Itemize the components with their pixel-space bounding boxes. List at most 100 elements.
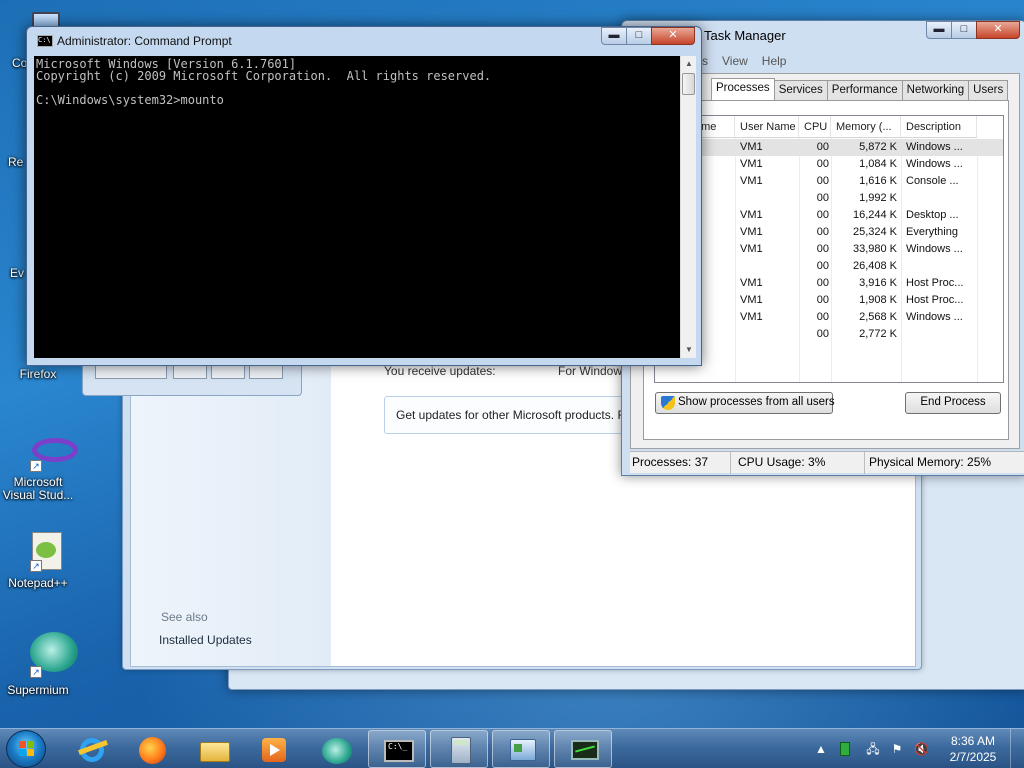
process-description: Host Proc... (906, 277, 964, 289)
installed-updates-link[interactable]: Installed Updates (159, 633, 252, 647)
tab-processes[interactable]: Processes (711, 78, 775, 100)
close-button[interactable]: ✕ (976, 21, 1020, 39)
process-cpu: 00 (816, 243, 829, 255)
console-output[interactable]: Microsoft Windows [Version 6.1.7601] Copy… (34, 56, 680, 358)
process-description: Windows ... (906, 158, 963, 170)
process-description: Host Proc... (906, 294, 964, 306)
menu-options[interactable]: s (702, 54, 708, 68)
process-user-name: VM1 (740, 158, 763, 170)
taskbar-firefox[interactable] (122, 730, 180, 768)
minimize-button[interactable]: ▬ (601, 27, 627, 45)
process-row[interactable]: exeVM1003,916 KHost Proc... (655, 275, 1003, 292)
calculator-icon (446, 736, 474, 764)
status-cpu-usage: CPU Usage: 3% (738, 455, 826, 469)
column-header-user-name[interactable]: User Name (735, 116, 799, 138)
column-header-description[interactable]: Description (901, 116, 977, 138)
column-header-cpu[interactable]: CPU (799, 116, 831, 138)
console-scrollbar[interactable]: ▲ ▼ (680, 56, 696, 358)
menu-help[interactable]: Help (762, 54, 787, 68)
taskbar-control-panel[interactable] (492, 730, 550, 768)
minimize-button[interactable]: ▬ (926, 21, 952, 39)
control-panel-icon (508, 736, 536, 764)
taskbar-task-manager[interactable] (554, 730, 612, 768)
network-icon[interactable]: 🖧 (866, 742, 880, 756)
scroll-thumb[interactable] (682, 73, 695, 95)
maximize-button[interactable]: □ (951, 21, 977, 39)
desktop-icon-visual-studio[interactable]: ↗ Microsoft Visual Stud... (0, 432, 78, 502)
process-cpu: 00 (816, 277, 829, 289)
action-center-flag-icon[interactable]: ⚑ (890, 742, 904, 756)
console-input-line[interactable]: C:\Windows\system32>mounto (36, 94, 680, 106)
process-user-name: VM1 (740, 311, 763, 323)
get-updates-info-box[interactable]: Get updates for other Microsoft products… (384, 396, 634, 434)
process-description: Desktop ... (906, 209, 959, 221)
desktop-icon-notepad-plus-plus[interactable]: ↗ Notepad++ (0, 530, 76, 590)
taskbar-media-player[interactable] (244, 730, 302, 768)
scroll-down-icon[interactable]: ▼ (681, 342, 697, 358)
show-desktop-button[interactable] (1010, 729, 1024, 768)
clock-date: 2/7/2025 (949, 750, 997, 764)
taskbar-supermium[interactable] (306, 730, 364, 768)
maximize-button[interactable]: □ (626, 27, 652, 45)
process-row[interactable]: exeVM1001,616 KConsole ... (655, 173, 1003, 190)
process-row[interactable]: VM1 00 5,872 K Windows ... (655, 139, 1003, 156)
process-memory: 25,324 K (852, 226, 897, 238)
command-prompt-icon: C:\ (37, 35, 53, 47)
supermium-icon (322, 736, 352, 764)
tab-networking[interactable]: Networking (901, 80, 970, 100)
receive-updates-label: You receive updates: (384, 364, 496, 378)
volume-muted-icon[interactable]: 🔇 (914, 742, 929, 756)
process-list[interactable]: ame User Name CPU Memory (... Descriptio… (654, 115, 1004, 383)
process-cpu: 00 (816, 226, 829, 238)
column-header-memory[interactable]: Memory (... (831, 116, 901, 138)
scroll-up-icon[interactable]: ▲ (681, 56, 697, 72)
process-row[interactable]: y.Co...0026,408 K (655, 258, 1003, 275)
status-separator (864, 452, 865, 474)
taskbar-internet-explorer[interactable] (62, 730, 120, 768)
task-manager-caption-buttons: ▬ □ ✕ (926, 21, 1020, 39)
shortcut-arrow-icon: ↗ (30, 666, 42, 678)
windows-logo-icon (19, 741, 35, 757)
desktop-icon-supermium[interactable]: ↗ Supermium (0, 632, 78, 697)
show-hidden-icons-arrow-icon[interactable]: ▲ (814, 742, 828, 756)
process-row[interactable]: exe002,772 K (655, 326, 1003, 343)
process-memory: 5,872 K (859, 141, 897, 153)
start-button[interactable] (6, 730, 46, 768)
process-row[interactable]: ng.exeVM10025,324 KEverything (655, 224, 1003, 241)
process-description: Windows ... (906, 311, 963, 323)
process-cpu: 00 (816, 175, 829, 187)
process-user-name: VM1 (740, 226, 763, 238)
notification-green-icon[interactable] (838, 742, 852, 756)
end-process-button[interactable]: End Process (905, 392, 1001, 414)
process-row[interactable]: VM1 00 1,084 K Windows ... (655, 156, 1003, 173)
process-user-name: VM1 (740, 209, 763, 221)
taskbar-calculator[interactable] (430, 730, 488, 768)
desktop-icon-label: Microsoft Visual Stud... (2, 475, 74, 502)
process-row[interactable]: exeVM1001,908 KHost Proc... (655, 292, 1003, 309)
process-cpu: 00 (816, 260, 829, 272)
taskbar-file-explorer[interactable] (184, 730, 242, 768)
process-row[interactable]: exeVM10033,980 KWindows ... (655, 241, 1003, 258)
tab-users[interactable]: Users (968, 80, 1009, 100)
command-prompt-title: Administrator: Command Prompt (57, 34, 232, 48)
status-separator (730, 452, 731, 474)
process-cpu: 00 (816, 158, 829, 170)
tab-performance[interactable]: Performance (826, 80, 903, 100)
process-row[interactable]: VM1 00 16,244 K Desktop ... (655, 207, 1003, 224)
tab-services[interactable]: Services (773, 80, 828, 100)
taskbar-command-prompt[interactable]: C:\_ (368, 730, 426, 768)
process-row[interactable]: e001,992 K (655, 190, 1003, 207)
process-cpu: 00 (816, 328, 829, 340)
task-manager-status-bar: Processes: 37 CPU Usage: 3% Physical Mem… (630, 451, 1024, 474)
task-manager-menu-bar: s View Help (702, 54, 786, 68)
task-manager-title: Task Manager (704, 28, 786, 43)
process-cpu: 00 (816, 192, 829, 204)
process-memory: 1,992 K (859, 192, 897, 204)
system-clock[interactable]: 8:36 AM 2/7/2025 (945, 733, 1001, 765)
process-user-name: VM1 (740, 175, 763, 187)
process-row[interactable]: exeVM1002,568 KWindows ... (655, 309, 1003, 326)
shortcut-arrow-icon: ↗ (30, 460, 42, 472)
show-all-processes-button[interactable]: Show processes from all users (655, 392, 835, 414)
close-button[interactable]: ✕ (651, 27, 695, 45)
menu-view[interactable]: View (722, 54, 748, 68)
